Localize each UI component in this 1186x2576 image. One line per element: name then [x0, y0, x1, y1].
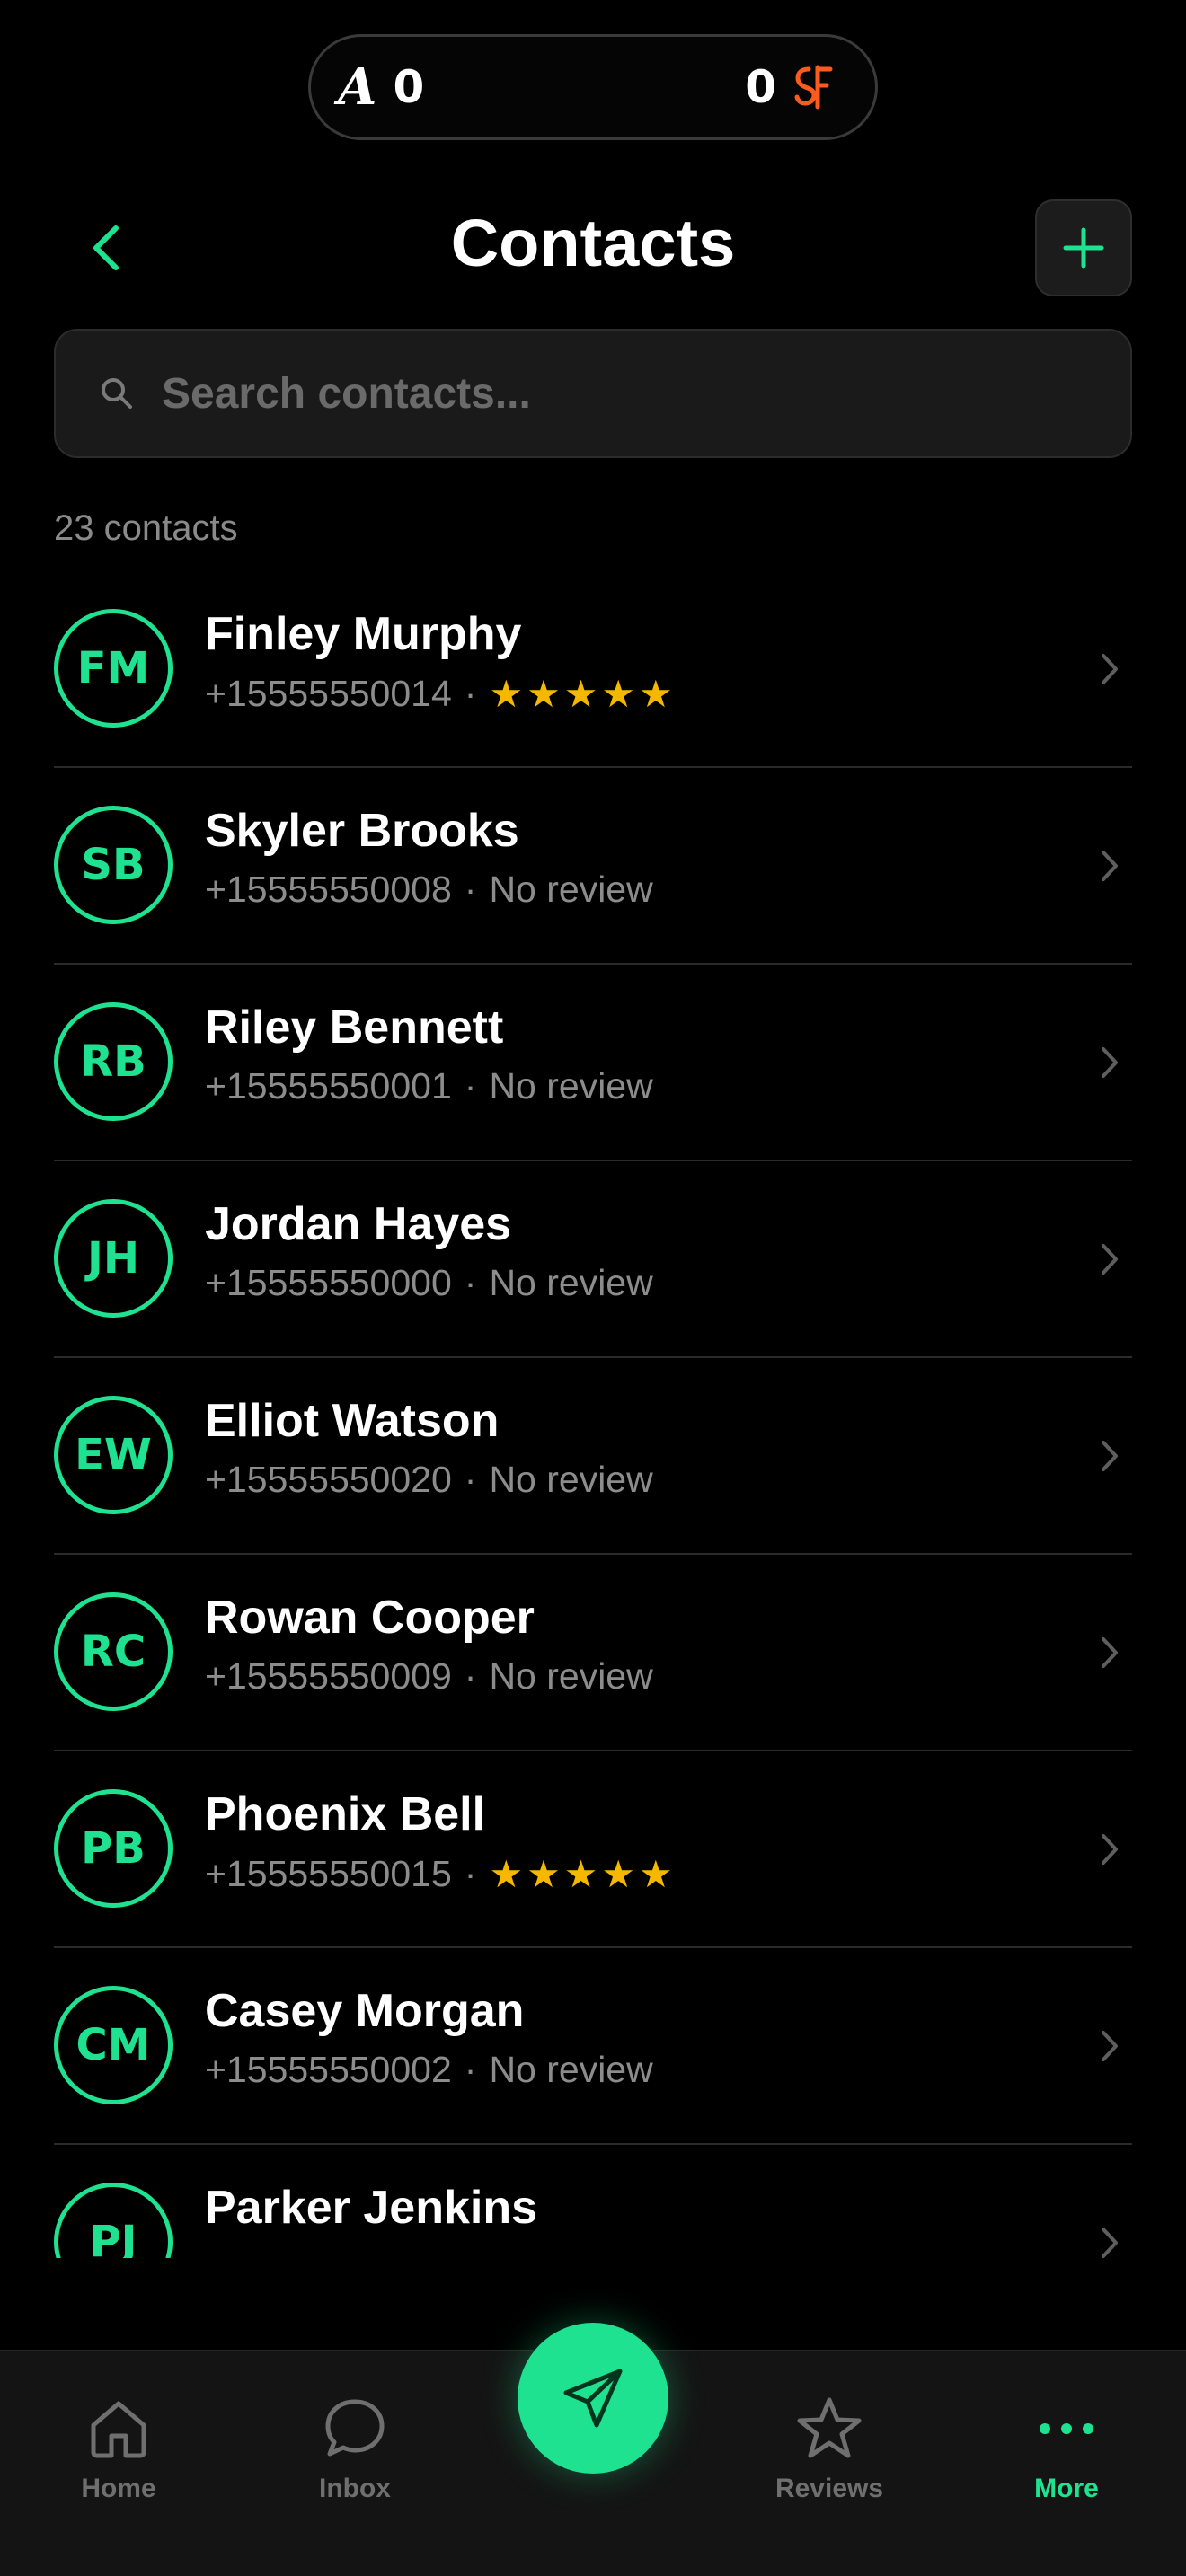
contact-row[interactable]: JH Jordan Hayes +15555550000 · No review: [54, 1161, 1132, 1358]
avatar: CM: [54, 1986, 173, 2104]
nav-more-label: More: [1034, 2474, 1099, 2503]
separator-dot: ·: [464, 1655, 477, 1697]
plus-icon: [1063, 227, 1104, 269]
contact-subtitle: +15555550000 · No review: [205, 1262, 653, 1304]
contact-phone: +15555550008: [205, 869, 452, 910]
review-stars: ★★★★★: [489, 673, 677, 715]
contact-name: Phoenix Bell: [205, 1788, 486, 1840]
review-status: No review: [489, 869, 653, 910]
contact-row[interactable]: RB Riley Bennett +15555550001 · No review: [54, 965, 1132, 1161]
contact-subtitle: +15555550001 · No review: [205, 1065, 653, 1107]
home-icon: [91, 2401, 146, 2458]
contacts-count: 23 contacts: [54, 508, 238, 548]
nav-reviews-label: Reviews: [774, 2474, 884, 2503]
contact-phone: +15555550000: [205, 1262, 452, 1303]
contact-list[interactable]: FM Finley Murphy +15555550014 · ★★★★★ SB Skyle…: [54, 571, 1132, 2258]
review-stars: ★★★★★: [489, 1853, 677, 1895]
avatar: SB: [54, 806, 173, 924]
search-input[interactable]: [162, 368, 1060, 419]
avatar: PB: [54, 1789, 173, 1908]
contact-name: Finley Murphy: [205, 608, 522, 660]
contact-subtitle: +15555550014 · ★★★★★: [205, 672, 677, 716]
separator-dot: ·: [464, 1262, 477, 1303]
scoreboard-pill[interactable]: A 0 0: [308, 34, 878, 140]
review-status: No review: [489, 2049, 653, 2090]
separator-dot: ·: [464, 1853, 477, 1894]
separator-dot: ·: [464, 1065, 477, 1107]
contact-subtitle: +15555550015 · ★★★★★: [205, 1852, 677, 1896]
nav-inbox[interactable]: Inbox: [265, 2396, 445, 2504]
chevron-right-icon: [1102, 1637, 1118, 1668]
contact-row[interactable]: FM Finley Murphy +15555550014 · ★★★★★: [54, 571, 1132, 768]
avatar: FM: [54, 609, 173, 728]
star-outline-icon: [797, 2397, 862, 2458]
contact-subtitle: +15555550008 · No review: [205, 869, 653, 911]
separator-dot: ·: [464, 869, 477, 910]
chevron-right-icon: [1102, 654, 1118, 684]
contact-name: Skyler Brooks: [205, 805, 519, 857]
chevron-right-icon: [1102, 1047, 1118, 1078]
contact-subtitle: +15555550009 · No review: [205, 1655, 653, 1698]
nav-home-label: Home: [81, 2474, 156, 2503]
page-title: Contacts: [450, 206, 736, 280]
home-team: 0: [745, 61, 834, 113]
review-status: No review: [489, 1459, 653, 1500]
chevron-right-icon: [1102, 851, 1118, 881]
add-contact-button[interactable]: [1035, 199, 1132, 296]
contact-name: Casey Morgan: [205, 1985, 525, 2037]
contact-row[interactable]: EW Elliot Watson +15555550020 · No review: [54, 1358, 1132, 1555]
send-paper-plane-icon: [563, 2369, 623, 2428]
contact-phone: +15555550009: [205, 1655, 452, 1697]
contact-name: Rowan Cooper: [205, 1592, 535, 1644]
contact-subtitle: +15555550002 · No review: [205, 2049, 653, 2091]
avatar: RB: [54, 1002, 173, 1121]
chevron-right-icon: [1102, 1441, 1118, 1471]
chat-bubble-icon: [325, 2399, 385, 2457]
chevron-right-icon: [1102, 1244, 1118, 1275]
avatar: EW: [54, 1396, 173, 1514]
review-status: No review: [489, 1262, 653, 1303]
review-status: No review: [489, 1065, 653, 1107]
more-dots-icon: [1040, 2423, 1093, 2434]
search-bar[interactable]: [54, 329, 1132, 458]
contact-phone: +15555550014: [205, 673, 452, 714]
contact-name: Jordan Hayes: [205, 1198, 512, 1250]
contact-row[interactable]: PJ Parker Jenkins: [54, 2145, 1132, 2258]
avatar: PJ: [54, 2183, 173, 2258]
contact-phone: +15555550001: [205, 1065, 452, 1107]
nav-more[interactable]: More: [977, 2396, 1156, 2504]
contact-row[interactable]: CM Casey Morgan +15555550002 · No review: [54, 1948, 1132, 2145]
home-score: 0: [745, 61, 776, 113]
contact-row[interactable]: RC Rowan Cooper +15555550009 · No review: [54, 1555, 1132, 1751]
send-fab-button[interactable]: [518, 2323, 668, 2474]
separator-dot: ·: [464, 1459, 477, 1500]
search-icon: [102, 378, 132, 409]
separator-dot: ·: [464, 2049, 477, 2090]
nav-home[interactable]: Home: [29, 2396, 208, 2504]
review-status: No review: [489, 1655, 653, 1697]
sf-logo-icon: [794, 65, 833, 110]
chevron-right-icon: [1102, 2228, 1118, 2258]
avatar: JH: [54, 1199, 173, 1318]
contact-row[interactable]: SB Skyler Brooks +15555550008 · No review: [54, 768, 1132, 965]
contact-phone: +15555550020: [205, 1459, 452, 1500]
nav-inbox-label: Inbox: [319, 2474, 391, 2503]
separator-dot: ·: [464, 673, 477, 714]
avatar: RC: [54, 1592, 173, 1711]
chevron-right-icon: [1102, 2031, 1118, 2061]
nav-reviews[interactable]: Reviews: [739, 2396, 919, 2504]
contact-subtitle: +15555550020 · No review: [205, 1459, 653, 1501]
contact-name: Riley Bennett: [205, 1001, 504, 1054]
contact-name: Parker Jenkins: [205, 2182, 538, 2234]
contact-row[interactable]: PB Phoenix Bell +15555550015 · ★★★★★: [54, 1751, 1132, 1948]
chevron-right-icon: [1102, 1834, 1118, 1865]
contact-name: Elliot Watson: [205, 1395, 500, 1447]
away-score: 0: [393, 61, 425, 113]
contact-phone: +15555550015: [205, 1853, 452, 1894]
contact-phone: +15555550002: [205, 2049, 452, 2090]
braves-logo-icon: A: [338, 57, 377, 117]
away-team: A 0: [338, 57, 424, 117]
